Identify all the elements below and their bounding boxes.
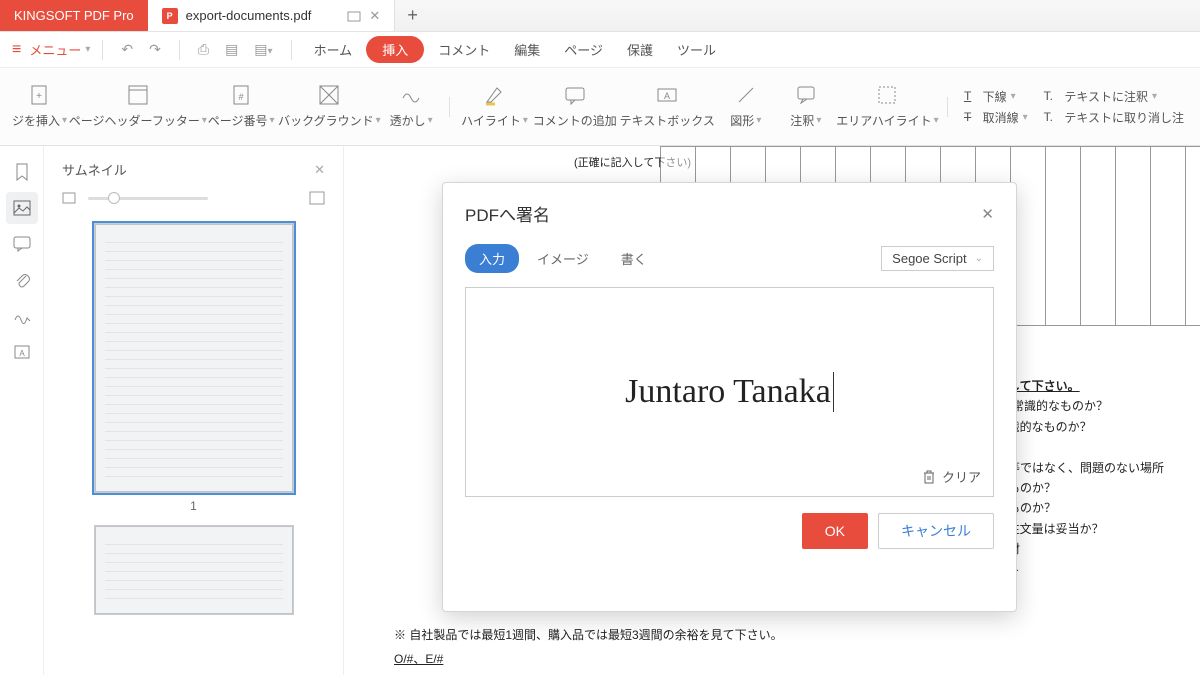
add-comment-button[interactable]: コメントの追加 [531, 80, 619, 133]
page-number-icon: # [230, 84, 252, 106]
tab-protect[interactable]: 保護 [617, 36, 663, 63]
thumbnail-zoom-slider[interactable] [88, 197, 208, 200]
signature-input-area[interactable]: Juntaro Tanaka クリア [465, 287, 994, 497]
header-footer-label: ページヘッダーフッター [69, 112, 200, 129]
thumbnail-page-1[interactable]: 1 [94, 223, 294, 513]
annotation-icon [795, 84, 817, 106]
highlight-icon [483, 84, 505, 106]
tab-comment[interactable]: コメント [428, 36, 500, 63]
thumbnail-nav-icon[interactable] [6, 192, 38, 224]
attachment-nav-icon[interactable] [6, 264, 38, 296]
tab-page[interactable]: ページ [554, 36, 613, 63]
watermark-icon [400, 84, 422, 106]
save-icon[interactable]: ▤ [219, 37, 244, 62]
page-number-button[interactable]: # ページ番号▾ [205, 80, 278, 133]
chevron-down-icon: ⌄ [975, 253, 983, 264]
svg-text:#: # [239, 92, 244, 102]
header-icon [127, 84, 149, 106]
strikethrough-button[interactable]: T 取消線▾ [964, 109, 1028, 126]
svg-text:A: A [664, 91, 670, 101]
thumbnail-panel: サムネイル ✕ 1 [44, 146, 344, 675]
undo-icon[interactable]: ↶ [115, 37, 139, 62]
pdf-icon: P [162, 8, 178, 24]
watermark-label: 透かし [390, 112, 426, 129]
shape-button[interactable]: 図形▾ [716, 80, 776, 133]
signature-dialog: PDFへ署名 ✕ 入力 イメージ 書く Segoe Script ⌄ Junta… [442, 182, 1017, 612]
menu-bar: ≡ メニュー ▾ ↶ ↷ ⎙ ▤ ▤▾ ホーム 挿入 コメント 編集 ページ 保… [0, 32, 1200, 68]
close-thumbnail-icon[interactable]: ✕ [314, 162, 325, 178]
textbox-label: テキストボックス [620, 112, 715, 129]
area-highlight-icon [876, 84, 898, 106]
watermark-button[interactable]: 透かし▾ [381, 80, 441, 133]
left-nav: A [0, 146, 44, 675]
text-annotation-button[interactable]: T. テキストに注釈▾ [1044, 88, 1184, 105]
shape-icon [735, 84, 757, 106]
title-bar: KINGSOFT PDF Pro P export-documents.pdf … [0, 0, 1200, 32]
svg-text:+: + [37, 91, 43, 102]
insert-page-label: ジを挿入 [12, 112, 60, 129]
sign-nav-icon[interactable] [6, 300, 38, 332]
thumbnail-page-number: 1 [94, 493, 294, 513]
app-title: KINGSOFT PDF Pro [0, 0, 148, 31]
thumb-small-icon[interactable] [62, 192, 76, 204]
bookmark-nav-icon[interactable] [6, 156, 38, 188]
thumbnail-title: サムネイル [62, 160, 127, 179]
thumbnail-page-2[interactable] [94, 525, 294, 615]
ok-button[interactable]: OK [802, 513, 868, 549]
header-footer-button[interactable]: ページヘッダーフッター▾ [71, 80, 205, 133]
highlight-button[interactable]: ハイライト▾ [458, 80, 531, 133]
comment-icon [564, 84, 586, 106]
signature-text: Juntaro Tanaka [625, 373, 831, 411]
chevron-down-icon: ▾ [85, 44, 90, 55]
window-icon[interactable] [347, 9, 361, 23]
background-button[interactable]: バックグラウンド▾ [278, 80, 381, 133]
print-icon[interactable]: ⎙ [192, 37, 215, 62]
close-tab-icon[interactable]: ✕ [369, 8, 380, 24]
underline-button[interactable]: T 下線▾ [964, 88, 1028, 105]
area-highlight-button[interactable]: エリアハイライト▾ [836, 80, 939, 133]
trash-icon [922, 469, 936, 485]
shape-label: 図形 [730, 112, 754, 129]
area-highlight-label: エリアハイライト [836, 112, 931, 129]
clear-signature-button[interactable]: クリア [922, 467, 981, 486]
font-select-value: Segoe Script [892, 251, 966, 266]
highlight-label: ハイライト [461, 112, 521, 129]
redo-icon[interactable]: ↷ [143, 37, 167, 62]
signature-mode-tabs: 入力 イメージ 書く [465, 244, 661, 273]
ocr-nav-icon[interactable]: A [6, 336, 38, 368]
add-tab-button[interactable]: + [395, 0, 430, 31]
textbox-button[interactable]: A テキストボックス [619, 80, 716, 133]
add-comment-label: コメントの追加 [533, 112, 617, 129]
cancel-button[interactable]: キャンセル [878, 513, 994, 549]
page-plus-icon: + [28, 84, 50, 106]
tab-tool[interactable]: ツール [667, 36, 726, 63]
annotation-button[interactable]: 注釈▾ [776, 80, 836, 133]
dialog-title: PDFへ署名 [465, 201, 550, 226]
page-number-label: ページ番号 [208, 112, 268, 129]
font-select[interactable]: Segoe Script ⌄ [881, 246, 994, 271]
signature-tab-draw[interactable]: 書く [607, 244, 661, 273]
thumb-large-icon[interactable] [309, 191, 325, 205]
document-tab[interactable]: P export-documents.pdf ✕ [148, 0, 396, 31]
svg-text:A: A [19, 349, 25, 358]
hamburger-icon[interactable]: ≡ [12, 41, 21, 59]
background-label: バックグラウンド [278, 112, 374, 129]
signature-tab-image[interactable]: イメージ [523, 244, 603, 273]
text-strike-annotation-button[interactable]: T. テキストに取り消し注 [1044, 109, 1184, 126]
menu-button[interactable]: メニュー [29, 40, 81, 59]
ribbon: + ジを挿入▾ ページヘッダーフッター▾ # ページ番号▾ バックグラウンド▾ … [0, 68, 1200, 146]
insert-page-button[interactable]: + ジを挿入▾ [8, 80, 71, 133]
dialog-close-icon[interactable]: ✕ [981, 205, 994, 223]
saveas-icon[interactable]: ▤▾ [248, 37, 278, 62]
tab-home[interactable]: ホーム [304, 36, 363, 63]
signature-tab-type[interactable]: 入力 [465, 244, 519, 273]
comment-nav-icon[interactable] [6, 228, 38, 260]
clear-label: クリア [942, 467, 981, 486]
annotation-label: 注釈 [790, 112, 814, 129]
document-filename: export-documents.pdf [186, 8, 312, 23]
textbox-icon: A [656, 84, 678, 106]
tab-insert[interactable]: 挿入 [366, 36, 424, 63]
background-icon [318, 84, 340, 106]
tab-edit[interactable]: 編集 [504, 36, 550, 63]
